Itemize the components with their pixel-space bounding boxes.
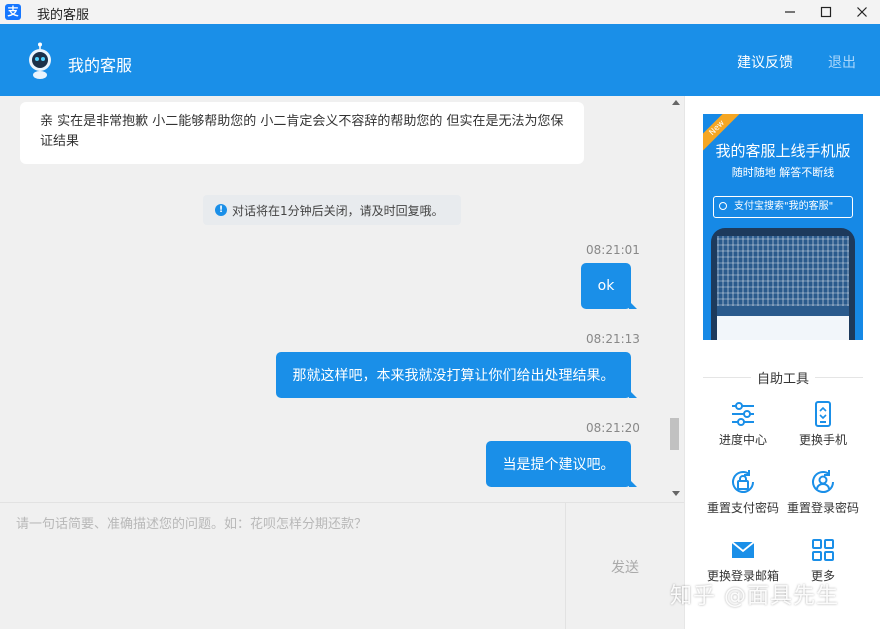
- user-lock-icon: [812, 470, 834, 493]
- mail-icon: [731, 541, 755, 558]
- close-button[interactable]: [844, 0, 880, 24]
- message-input-area[interactable]: 请一句话简要、准确描述您的问题。如：花呗怎样分期还款？ 发送: [0, 502, 684, 629]
- message-timestamp: 08:21:13: [586, 332, 640, 346]
- window-title: 我的客服: [37, 8, 90, 23]
- agent-message: 亲 实在是非常抱歉 小二能够帮助您的 小二肯定会义不容辞的帮助您的 但实在是无法…: [20, 102, 584, 164]
- message-timestamp: 08:21:20: [586, 421, 640, 435]
- maximize-icon: [820, 6, 832, 18]
- info-icon: !: [215, 204, 227, 216]
- tool-change-email[interactable]: 更换登录邮箱: [698, 536, 788, 584]
- banner-search-text: 支付宝搜索"我的客服": [734, 201, 834, 212]
- watermark: 知乎 @面具先生: [670, 584, 839, 609]
- feedback-link[interactable]: 建议反馈: [737, 52, 793, 72]
- title-bar: 支 我的客服: [0, 0, 880, 24]
- app-header: 我的客服 建议反馈 退出: [0, 24, 880, 96]
- scroll-up-icon[interactable]: [672, 100, 680, 105]
- tool-label: 更换手机: [798, 433, 847, 447]
- logout-link[interactable]: 退出: [828, 52, 856, 72]
- alipay-logo-icon: 支: [5, 4, 21, 20]
- app-menu-illustration: [717, 316, 849, 340]
- tool-label: 进度中心: [718, 433, 767, 447]
- minimize-icon: [785, 11, 795, 13]
- tool-change-phone[interactable]: 更换手机: [778, 400, 868, 448]
- scrollbar-thumb[interactable]: [670, 418, 679, 450]
- message-timestamp: 08:21:01: [586, 243, 640, 257]
- header-title: 我的客服: [68, 56, 133, 75]
- system-notice: ! 对话将在1分钟后关闭，请及时回复哦。: [203, 195, 461, 225]
- chat-area: 亲 实在是非常抱歉 小二能够帮助您的 小二肯定会义不容辞的帮助您的 但实在是无法…: [0, 96, 668, 502]
- grid-icon: [812, 539, 834, 561]
- tool-reset-pay-password[interactable]: 重置支付密码: [698, 468, 788, 516]
- qr-code-illustration: [717, 236, 849, 306]
- system-notice-text: 对话将在1分钟后关闭，请及时回复哦。: [232, 203, 444, 218]
- maximize-button[interactable]: [808, 0, 844, 24]
- tool-label: 重置登录密码: [786, 501, 859, 515]
- message-input[interactable]: 请一句话简要、准确描述您的问题。如：花呗怎样分期还款？: [16, 513, 367, 532]
- banner-search-box: 支付宝搜索"我的客服": [713, 196, 853, 218]
- tools-section-title: 自助工具: [685, 368, 880, 387]
- phone-screen-illustration: [717, 236, 849, 340]
- user-message: ok: [581, 263, 637, 309]
- search-icon: [719, 202, 727, 210]
- phone-icon: [815, 401, 831, 427]
- progress-icon: [732, 402, 754, 426]
- user-message: 当是提个建议吧。: [486, 441, 637, 487]
- banner-title: 我的客服上线手机版: [715, 142, 851, 160]
- pay-lock-icon: [732, 470, 754, 493]
- tool-progress-center[interactable]: 进度中心: [698, 400, 788, 448]
- scroll-down-icon[interactable]: [672, 491, 680, 496]
- send-button[interactable]: 发送: [611, 557, 639, 577]
- chat-scrollbar[interactable]: [668, 96, 684, 502]
- sidebar: New 我的客服上线手机版 随时随地 解答不断线 支付宝搜索"我的客服" 自助工…: [684, 96, 880, 629]
- tool-reset-login-password[interactable]: 重置登录密码: [778, 468, 868, 516]
- close-icon: [857, 7, 867, 17]
- tool-more[interactable]: 更多: [778, 536, 868, 584]
- minimize-button[interactable]: [772, 0, 808, 24]
- mobile-app-banner[interactable]: New 我的客服上线手机版 随时随地 解答不断线 支付宝搜索"我的客服": [703, 114, 863, 340]
- banner-subtitle: 随时随地 解答不断线: [731, 166, 835, 179]
- divider: [565, 503, 566, 629]
- robot-avatar-icon: [29, 42, 51, 79]
- tool-label: 重置支付密码: [706, 501, 779, 515]
- user-message: 那就这样吧，本来我就没打算让你们给出处理结果。: [276, 352, 637, 398]
